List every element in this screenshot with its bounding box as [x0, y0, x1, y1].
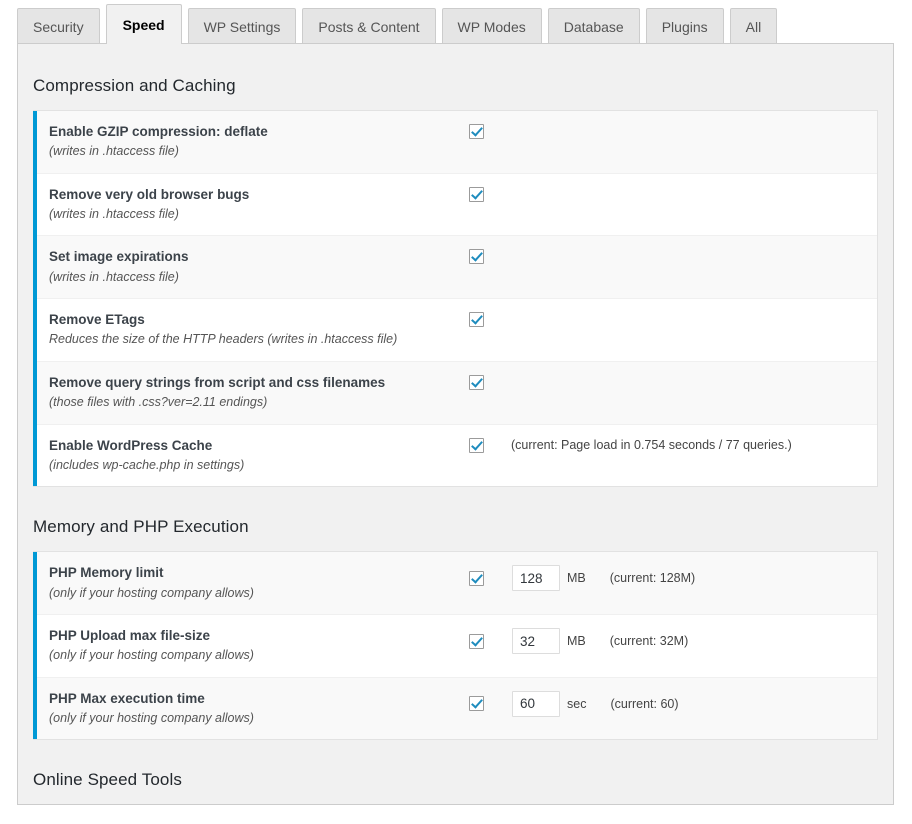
setting-title: PHP Upload max file-size	[49, 628, 211, 644]
checkbox-php-max-execution-time[interactable]	[469, 696, 484, 712]
setting-title: Remove ETags	[49, 312, 145, 328]
setting-title: Remove very old browser bugs	[49, 186, 250, 202]
row-control: (current: Page load in 0.754 seconds / 7…	[469, 437, 877, 453]
row-control	[469, 311, 877, 328]
row-control	[469, 374, 877, 390]
row-labels: Set image expirations (writes in .htacce…	[49, 248, 469, 286]
setting-row-image-expirations: Set image expirations (writes in .htacce…	[37, 236, 877, 300]
row-labels: Remove ETags Reduces the size of the HTT…	[49, 311, 469, 349]
setting-row-php-memory-limit: PHP Memory limit (only if your hosting c…	[37, 552, 877, 616]
tab-speed[interactable]: Speed	[105, 4, 182, 44]
setting-row-php-upload-max-filesize: PHP Upload max file-size (only if your h…	[37, 615, 877, 678]
tab-bar: Security Speed WP Settings Posts & Conte…	[0, 0, 912, 44]
tab-label: All	[745, 19, 762, 35]
setting-row-browser-bugs: Remove very old browser bugs (writes in …	[37, 173, 877, 237]
section-title-memory: Memory and PHP Execution	[33, 517, 249, 537]
tab-label: WP Modes	[457, 19, 526, 35]
section-title-online-speed-tools: Online Speed Tools	[33, 770, 182, 790]
memory-settings-group: PHP Memory limit (only if your hosting c…	[33, 551, 878, 741]
row-control: MB (current: 32M)	[469, 627, 877, 655]
row-control: sec (current: 60)	[469, 690, 877, 717]
row-control	[469, 123, 877, 139]
row-labels: Enable WordPress Cache (includes wp-cach…	[49, 437, 469, 475]
row-control	[469, 248, 877, 265]
tab-wp-modes[interactable]: WP Modes	[441, 8, 542, 44]
tab-plugins[interactable]: Plugins	[645, 8, 724, 44]
tab-label: Posts & Content	[318, 19, 420, 35]
row-labels: Remove query strings from script and css…	[49, 374, 469, 412]
setting-description: (includes wp-cache.php in settings)	[49, 457, 245, 472]
checkbox-php-upload-max-filesize[interactable]	[469, 633, 484, 649]
setting-row-gzip: Enable GZIP compression: deflate (writes…	[37, 111, 877, 174]
tab-database[interactable]: Database	[547, 8, 640, 44]
setting-title: Remove query strings from script and css…	[49, 374, 386, 390]
setting-description: (writes in .htaccess file)	[49, 144, 179, 159]
setting-title: Enable GZIP compression: deflate	[49, 124, 268, 139]
tab-wp-settings[interactable]: WP Settings	[187, 8, 297, 44]
tab-all[interactable]: All	[729, 8, 778, 44]
current-value-text: (current: 60)	[610, 696, 679, 711]
setting-row-etags: Remove ETags Reduces the size of the HTT…	[37, 299, 877, 362]
unit-label: MB	[567, 571, 586, 586]
setting-row-wordpress-cache: Enable WordPress Cache (includes wp-cach…	[37, 424, 877, 487]
setting-description: (only if your hosting company allows)	[49, 710, 254, 725]
section-title-compression: Compression and Caching	[33, 76, 236, 95]
input-php-max-execution-time[interactable]	[512, 690, 560, 717]
setting-title: Enable WordPress Cache	[49, 437, 213, 453]
checkbox-php-memory-limit[interactable]	[469, 570, 484, 586]
settings-panel: Compression and Caching Enable GZIP comp…	[17, 43, 894, 805]
checkbox-etags[interactable]	[469, 312, 484, 328]
unit-label: MB	[567, 634, 586, 649]
checkbox-query-strings[interactable]	[469, 374, 484, 390]
checkbox-image-expirations[interactable]	[469, 249, 484, 265]
input-php-memory-limit[interactable]	[512, 565, 560, 592]
setting-description: Reduces the size of the HTTP headers (wr…	[49, 332, 398, 347]
tab-security[interactable]: Security	[17, 8, 100, 44]
tab-list: Security Speed WP Settings Posts & Conte…	[17, 4, 912, 44]
tab-posts-and-content[interactable]: Posts & Content	[302, 8, 436, 44]
row-control	[469, 186, 877, 202]
setting-description: (writes in .htaccess file)	[49, 206, 179, 221]
tab-label: Plugins	[661, 19, 708, 35]
current-value-text: (current: 32M)	[609, 634, 689, 649]
row-labels: PHP Upload max file-size (only if your h…	[49, 627, 469, 665]
setting-description: (writes in .htaccess file)	[49, 269, 179, 284]
current-value-text: (current: Page load in 0.754 seconds / 7…	[511, 438, 792, 453]
input-php-upload-max-filesize[interactable]	[512, 628, 560, 655]
setting-row-query-strings: Remove query strings from script and css…	[37, 361, 877, 425]
online-speed-tools-group: Check your site speed with online tools …	[33, 804, 878, 805]
unit-label: sec	[567, 696, 587, 711]
setting-title: Set image expirations	[49, 249, 189, 265]
checkbox-browser-bugs[interactable]	[469, 186, 484, 202]
tab-label: Speed	[122, 17, 165, 33]
row-labels: PHP Memory limit (only if your hosting c…	[49, 564, 469, 602]
setting-description: (only if your hosting company allows)	[49, 585, 254, 600]
tab-label: Database	[563, 19, 624, 35]
tab-label: WP Settings	[203, 19, 281, 35]
checkbox-gzip[interactable]	[469, 124, 484, 139]
setting-title: PHP Memory limit	[49, 565, 164, 581]
setting-title: PHP Max execution time	[49, 690, 205, 706]
row-labels: Enable GZIP compression: deflate (writes…	[49, 123, 469, 161]
setting-description: (those files with .css?ver=2.11 endings)	[49, 395, 268, 410]
row-control: MB (current: 128M)	[469, 564, 877, 592]
compression-settings-group: Enable GZIP compression: deflate (writes…	[33, 110, 878, 488]
setting-row-php-max-execution-time: PHP Max execution time (only if your hos…	[37, 677, 877, 740]
setting-description: (only if your hosting company allows)	[49, 648, 254, 663]
tab-label: Security	[33, 19, 84, 35]
current-value-text: (current: 128M)	[609, 571, 696, 586]
row-labels: Remove very old browser bugs (writes in …	[49, 186, 469, 224]
checkbox-wordpress-cache[interactable]	[469, 437, 484, 453]
row-labels: PHP Max execution time (only if your hos…	[49, 690, 469, 728]
